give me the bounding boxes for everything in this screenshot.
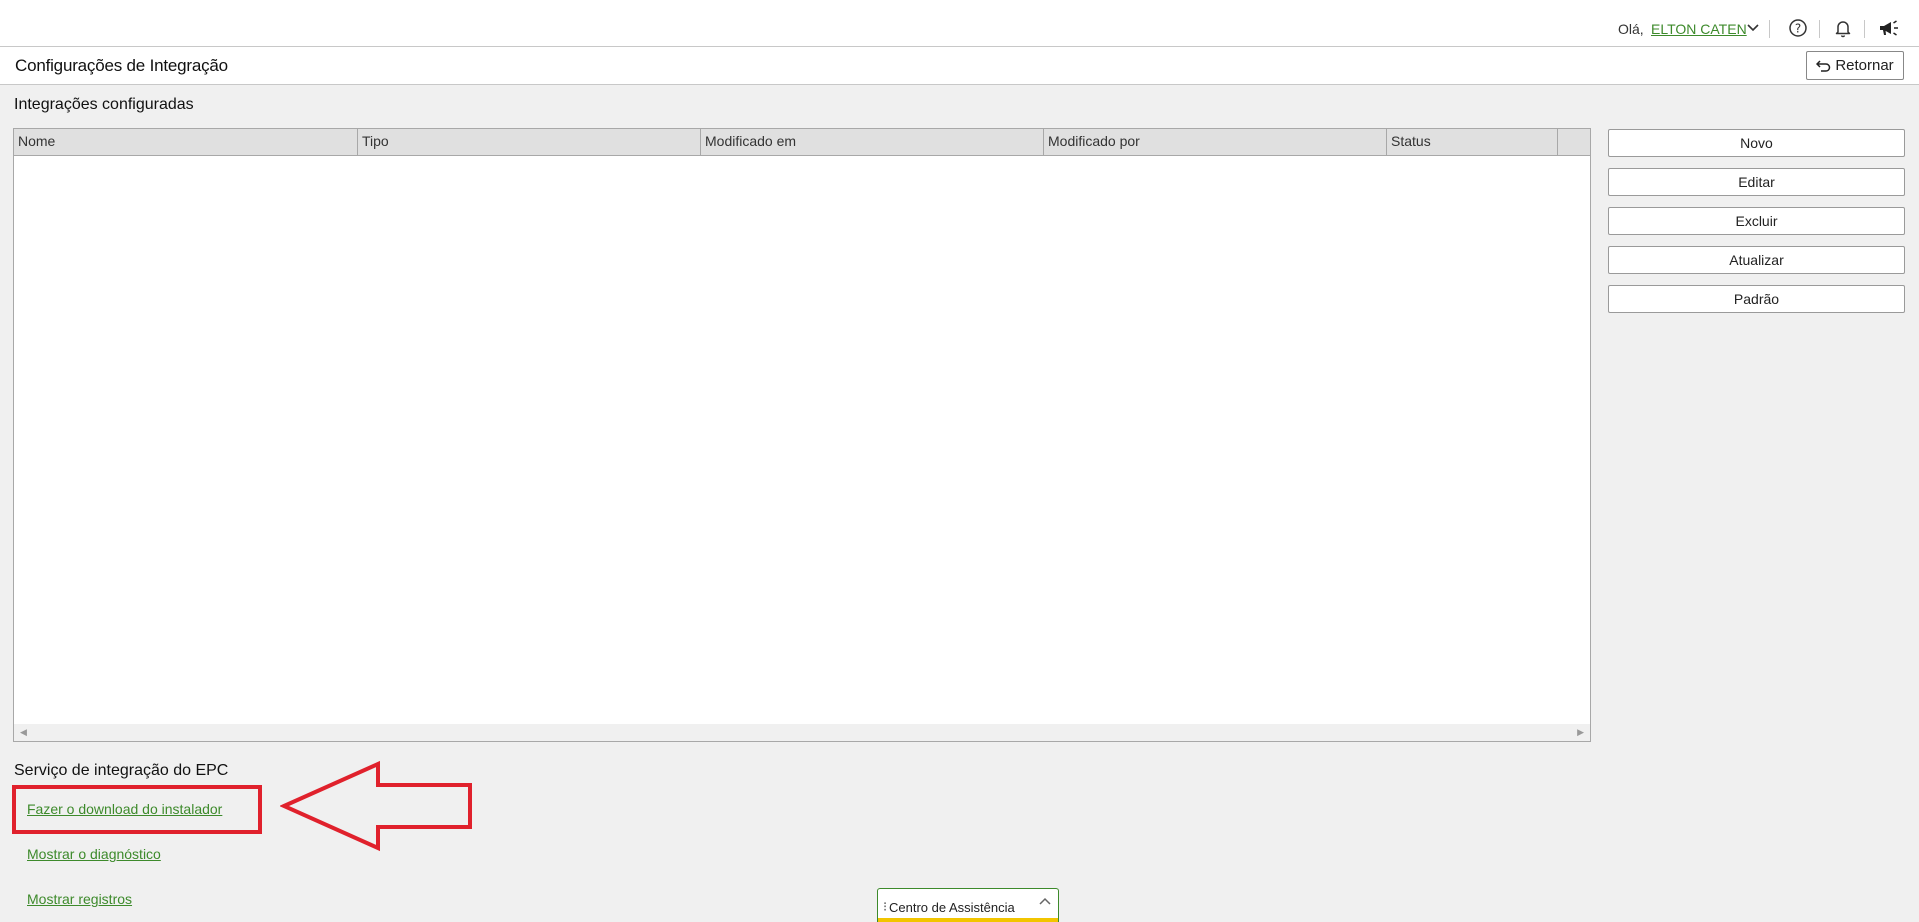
delete-button[interactable]: Excluir bbox=[1608, 207, 1905, 235]
help-icon[interactable]: ? bbox=[1787, 17, 1809, 39]
header-divider bbox=[1819, 20, 1820, 38]
default-button[interactable]: Padrão bbox=[1608, 285, 1905, 313]
user-menu-link[interactable]: ELTON CATEN bbox=[1651, 21, 1747, 37]
return-arrow-icon bbox=[1816, 59, 1831, 72]
column-header-status[interactable]: Status bbox=[1387, 129, 1558, 155]
annotation-highlight-box bbox=[12, 785, 262, 834]
return-button-label: Retornar bbox=[1835, 57, 1894, 74]
table-header-row: Nome Tipo Modificado em Modificado por S… bbox=[14, 129, 1590, 156]
show-diagnostic-link[interactable]: Mostrar o diagnóstico bbox=[27, 846, 161, 862]
top-header: Olá, ELTON CATEN ? bbox=[0, 0, 1919, 47]
edit-button[interactable]: Editar bbox=[1608, 168, 1905, 196]
integrations-heading: Integrações configuradas bbox=[14, 96, 194, 113]
header-divider bbox=[1864, 20, 1865, 38]
column-header-type[interactable]: Tipo bbox=[358, 129, 701, 155]
scroll-right-icon[interactable]: ▶ bbox=[1577, 727, 1584, 738]
assistance-center-tab[interactable]: ⁝ Centro de Assistência bbox=[877, 888, 1059, 922]
column-header-modified-at[interactable]: Modificado em bbox=[701, 129, 1044, 155]
bell-icon[interactable] bbox=[1832, 17, 1854, 39]
epc-service-heading: Serviço de integração do EPC bbox=[14, 762, 229, 779]
assistance-center-label: Centro de Assistência bbox=[889, 900, 1015, 915]
svg-text:?: ? bbox=[1795, 22, 1801, 36]
header-divider bbox=[1769, 20, 1770, 38]
greeting-text: Olá, bbox=[1618, 21, 1644, 37]
page-title: Configurações de Integração bbox=[15, 56, 228, 75]
page-title-bar: Configurações de Integração Retornar bbox=[0, 47, 1919, 85]
show-logs-link[interactable]: Mostrar registros bbox=[27, 891, 132, 907]
column-header-name[interactable]: Nome bbox=[14, 129, 358, 155]
drag-handle-icon: ⁝ bbox=[883, 899, 888, 914]
assistance-accent-bar bbox=[878, 918, 1058, 922]
return-button[interactable]: Retornar bbox=[1806, 51, 1904, 80]
chevron-down-icon[interactable] bbox=[1745, 19, 1761, 35]
column-header-filler bbox=[1558, 129, 1590, 155]
refresh-button[interactable]: Atualizar bbox=[1608, 246, 1905, 274]
megaphone-icon[interactable] bbox=[1878, 17, 1900, 39]
horizontal-scrollbar[interactable]: ◀ ▶ bbox=[14, 724, 1590, 741]
column-header-modified-by[interactable]: Modificado por bbox=[1044, 129, 1387, 155]
chevron-up-icon[interactable] bbox=[1039, 896, 1051, 906]
annotation-arrow-icon bbox=[280, 760, 472, 852]
new-button[interactable]: Novo bbox=[1608, 129, 1905, 157]
scroll-left-icon[interactable]: ◀ bbox=[20, 727, 27, 738]
integrations-table: Nome Tipo Modificado em Modificado por S… bbox=[13, 128, 1591, 742]
